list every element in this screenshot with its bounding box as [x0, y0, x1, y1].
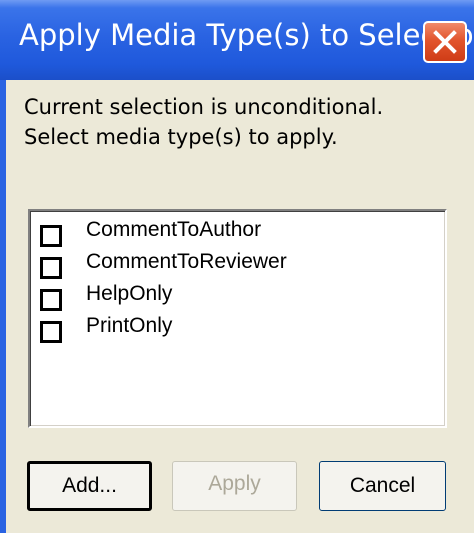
- list-item-label: PrintOnly: [86, 314, 173, 337]
- list-item-label: CommentToReviewer: [86, 250, 287, 273]
- instructions-text: Current selection is unconditional. Sele…: [24, 95, 384, 149]
- cancel-button[interactable]: Cancel: [319, 461, 446, 511]
- checkbox[interactable]: [40, 321, 62, 343]
- checkbox[interactable]: [40, 257, 62, 279]
- apply-button[interactable]: Apply: [172, 461, 297, 511]
- list-item-comment-to-reviewer[interactable]: CommentToReviewer: [30, 247, 445, 279]
- add-button[interactable]: Add...: [27, 461, 152, 511]
- close-icon: [433, 30, 457, 54]
- window-title: Apply Media Type(s) to Selection: [19, 18, 474, 52]
- checkbox[interactable]: [40, 289, 62, 311]
- list-item-label: CommentToAuthor: [86, 218, 262, 241]
- apply-media-types-dialog: Apply Media Type(s) to Selection Current…: [0, 0, 474, 533]
- title-bar[interactable]: Apply Media Type(s) to Selection: [0, 0, 474, 80]
- close-button[interactable]: [423, 21, 467, 63]
- window-frame-left: [0, 80, 6, 533]
- list-item-comment-to-author[interactable]: CommentToAuthor: [30, 215, 445, 247]
- list-item-help-only[interactable]: HelpOnly: [30, 279, 445, 311]
- media-type-list[interactable]: CommentToAuthor CommentToReviewer HelpOn…: [28, 209, 447, 428]
- checkbox[interactable]: [40, 225, 62, 247]
- list-item-print-only[interactable]: PrintOnly: [30, 311, 445, 343]
- list-item-label: HelpOnly: [86, 282, 173, 305]
